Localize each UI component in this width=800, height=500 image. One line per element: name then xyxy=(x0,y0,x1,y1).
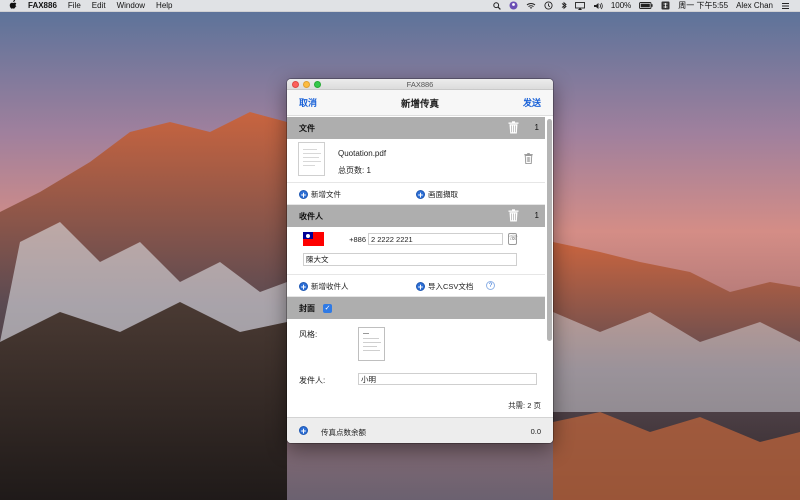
cover-settings: 风格: 发件人: 小明 xyxy=(287,319,545,397)
files-count: 1 xyxy=(534,123,539,132)
fax-window: FAX886 取消 新增传真 发送 文件 1 Quotation.pdf 总页数… xyxy=(287,79,553,443)
plus-circle-icon: + xyxy=(299,190,308,200)
apple-logo-icon[interactable] xyxy=(8,0,17,11)
battery-percent: 100% xyxy=(610,1,632,10)
nav-bar: 取消 新增传真 发送 xyxy=(287,90,553,116)
help-icon[interactable]: ? xyxy=(486,281,495,290)
cover-page-checkbox[interactable]: ✓ xyxy=(323,303,332,313)
menu-bar: FAX886 File Edit Window Help 100% 周一 下午5… xyxy=(0,0,800,12)
files-section-title: 文件 xyxy=(299,123,315,133)
recipient-list-item: +886 2 2222 2221 ☏ 陳大文 xyxy=(287,227,545,275)
cancel-button[interactable]: 取消 xyxy=(299,96,317,109)
time-machine-icon[interactable] xyxy=(544,1,553,11)
delete-file-trash-icon[interactable] xyxy=(524,153,533,166)
recipients-section-title: 收件人 xyxy=(299,211,323,221)
country-code-field[interactable]: +886 xyxy=(344,233,368,245)
user-circle-icon[interactable] xyxy=(509,1,518,11)
menubar-clock[interactable]: 周一 下午5:55 xyxy=(678,0,728,11)
fax-number-field[interactable]: 2 2222 2221 xyxy=(368,233,503,245)
phone-book-icon[interactable]: ☏ xyxy=(508,233,518,245)
import-csv-label: 导入CSV文档 xyxy=(428,282,474,291)
add-file-label: 新增文件 xyxy=(311,190,341,199)
cover-section-title: 封面 xyxy=(299,303,315,313)
add-credit-plus-icon[interactable]: + xyxy=(299,426,308,436)
airplay-icon[interactable] xyxy=(574,1,585,11)
bluetooth-icon[interactable] xyxy=(561,1,567,11)
file-page-count: 总页数: 1 xyxy=(338,166,371,175)
add-file-button[interactable]: + 新增文件 xyxy=(299,189,341,200)
taiwan-flag-icon[interactable] xyxy=(303,232,324,246)
send-button[interactable]: 发送 xyxy=(523,96,541,109)
scrollbar-thumb[interactable] xyxy=(547,119,552,341)
volume-icon[interactable] xyxy=(593,1,603,11)
minimize-window-button[interactable] xyxy=(303,81,310,88)
files-section-header: 文件 1 xyxy=(287,117,545,139)
app-menu[interactable]: FAX886 xyxy=(28,1,57,10)
file-name: Quotation.pdf xyxy=(338,149,387,158)
help-menu[interactable]: Help xyxy=(156,1,172,10)
file-actions-row: + 新增文件 + 画面擷取 xyxy=(287,183,545,205)
wifi-icon[interactable] xyxy=(526,1,536,11)
page-title: 新增传真 xyxy=(400,98,439,110)
import-csv-button[interactable]: + 导入CSV文档 xyxy=(416,281,473,292)
plus-circle-icon: + xyxy=(416,190,425,200)
add-recipient-label: 新增收件人 xyxy=(311,282,349,291)
screen-capture-button[interactable]: + 画面擷取 xyxy=(416,189,458,200)
file-menu[interactable]: File xyxy=(68,1,81,10)
recipients-count: 1 xyxy=(534,211,539,220)
recipient-name-field[interactable]: 陳大文 xyxy=(303,253,517,266)
window-menu[interactable]: Window xyxy=(117,1,145,10)
window-title: FAX886 xyxy=(406,79,434,89)
plus-circle-icon: + xyxy=(416,282,425,292)
screen-capture-label: 画面擷取 xyxy=(428,190,458,199)
zoom-window-button[interactable] xyxy=(314,81,321,88)
close-window-button[interactable] xyxy=(292,81,299,88)
cover-section-header: 封面 ✓ xyxy=(287,297,545,319)
recipient-actions-row: + 新增收件人 + 导入CSV文档 ? xyxy=(287,275,545,297)
recipients-section-header: 收件人 1 xyxy=(287,205,545,227)
menubar-user-name[interactable]: Alex Chan xyxy=(736,1,773,10)
cover-style-thumbnail[interactable] xyxy=(358,327,385,361)
plus-circle-icon: + xyxy=(299,282,308,292)
add-recipient-button[interactable]: + 新增收件人 xyxy=(299,281,349,292)
total-pages-summary: 共需: 2 页 xyxy=(508,401,541,410)
credit-balance-bar: + 传真点数余额 0.0 xyxy=(287,417,553,443)
battery-icon[interactable] xyxy=(639,1,653,11)
fax-form: 文件 1 Quotation.pdf 总页数: 1 + 新增文件 + 画面擷取 … xyxy=(287,117,545,417)
sender-label: 发件人: xyxy=(299,376,326,385)
delete-all-recipients-trash-icon[interactable] xyxy=(508,209,519,224)
credit-balance-value: 0.0 xyxy=(530,427,541,436)
form-scrollbar[interactable] xyxy=(547,119,552,415)
cover-style-label: 风格: xyxy=(299,330,318,339)
delete-all-files-trash-icon[interactable] xyxy=(508,121,519,136)
list-icon[interactable] xyxy=(781,1,790,11)
search-icon[interactable] xyxy=(493,1,501,11)
pdf-document-thumbnail xyxy=(298,142,325,176)
credit-balance-label: 传真点数余额 xyxy=(321,428,366,437)
sender-name-field[interactable]: 小明 xyxy=(358,373,537,385)
edit-menu[interactable]: Edit xyxy=(92,1,106,10)
file-list-item[interactable]: Quotation.pdf 总页数: 1 xyxy=(287,139,545,183)
window-titlebar[interactable]: FAX886 xyxy=(287,79,553,90)
input-method-icon[interactable] xyxy=(661,1,670,11)
